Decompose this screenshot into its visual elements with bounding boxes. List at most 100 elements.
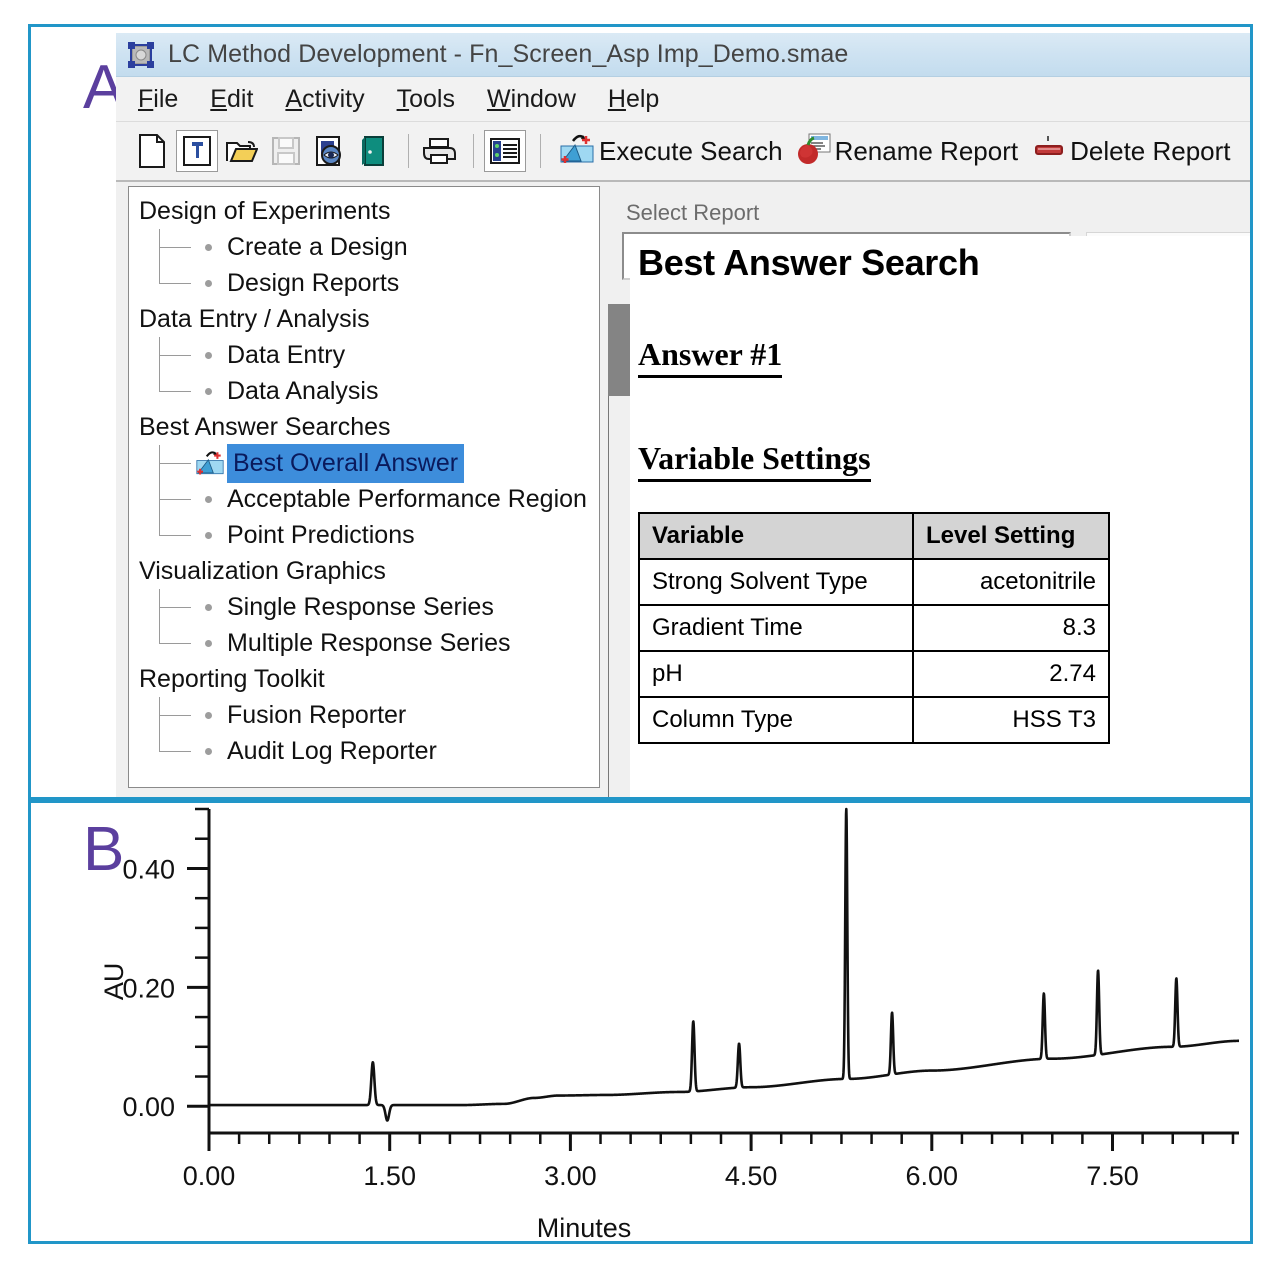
cell-level-setting: HSS T3 [912,696,1110,744]
tree-item-label: Design Reports [227,269,400,297]
print-preview-icon[interactable] [310,131,350,171]
tree-item-design-reports[interactable]: Design Reports [137,265,599,301]
tree-group-best-answer-searches[interactable]: Best Answer Searches [137,409,599,445]
cell-variable: Column Type [638,696,914,744]
menu-window[interactable]: Window [487,85,576,114]
x-axis-label: Minutes [537,1213,632,1241]
rename-report-label: Rename Report [834,135,1019,166]
tree-elbow [159,229,205,265]
tree-elbow [159,517,205,553]
tree-item-multiple-response-series[interactable]: Multiple Response Series [137,625,599,661]
answer-heading: Answer #1 [638,336,783,378]
x-tick-label: 3.00 [544,1161,597,1191]
toolbar-separator-2 [473,134,474,168]
new-method-icon[interactable] [176,130,218,172]
report-document: Best Answer Search Answer #1 Variable Se… [630,236,1250,797]
table-row: pH 2.74 [638,650,1110,698]
tree-item-label: Point Predictions [227,521,415,549]
tree-item-label: Audit Log Reporter [227,737,437,765]
report-list-icon[interactable] [484,130,526,172]
toolbar-separator-3 [540,134,541,168]
tree-item-label: Create a Design [227,233,408,261]
bullet-icon [205,352,212,359]
menu-activity[interactable]: Activity [285,85,364,114]
table-row: Gradient Time 8.3 [638,604,1110,652]
cell-variable: Strong Solvent Type [638,558,914,606]
open-folder-icon[interactable] [222,131,262,171]
exit-door-icon[interactable] [354,131,394,171]
work-area: Design of Experiments Create a Design De… [116,182,1250,797]
tree-item-label: Fusion Reporter [227,701,407,729]
tree-group-visualization-graphics[interactable]: Visualization Graphics [137,553,599,589]
cell-level-setting: 2.74 [912,650,1110,698]
tree-item-label: Multiple Response Series [227,629,511,657]
tree-item-single-response-series[interactable]: Single Response Series [137,589,599,625]
bullet-icon [205,532,212,539]
tree-item-label: Data Entry [227,341,346,369]
y-tick-label: 0.00 [122,1092,175,1122]
tree-group-data-entry-analysis[interactable]: Data Entry / Analysis [137,301,599,337]
delete-report-button[interactable]: Delete Report [1032,134,1236,169]
execute-search-icon [559,132,595,171]
menu-edit[interactable]: Edit [210,85,253,114]
tree-item-fusion-reporter[interactable]: Fusion Reporter [137,697,599,733]
tree-item-data-entry[interactable]: Data Entry [137,337,599,373]
tree-item-audit-log-reporter[interactable]: Audit Log Reporter [137,733,599,769]
variable-settings-heading: Variable Settings [638,440,871,482]
x-tick-label: 4.50 [725,1161,778,1191]
application-window: LC Method Development - Fn_Screen_Asp Im… [116,33,1250,797]
y-tick-label: 0.20 [122,973,175,1003]
navigation-tree-panel[interactable]: Design of Experiments Create a Design De… [128,186,600,788]
tree-group-design-of-experiments[interactable]: Design of Experiments [137,193,599,229]
menu-help[interactable]: Help [608,85,659,114]
column-header-level-setting: Level Setting [912,512,1110,560]
report-scrollbar-thumb[interactable] [608,304,630,396]
x-tick-label: 6.00 [906,1161,959,1191]
delete-report-icon [1032,134,1066,169]
tree-item-data-analysis[interactable]: Data Analysis [137,373,599,409]
execute-search-button[interactable]: Execute Search [559,132,789,171]
save-disk-icon[interactable] [266,131,306,171]
panel-a: A LC Method Development - Fn_Screen_Asp [28,24,1253,800]
bullet-icon [205,748,212,755]
figure-root: A LC Method Development - Fn_Screen_Asp [0,0,1280,1268]
tree-elbow [159,373,205,409]
tree-elbow [159,481,205,517]
menu-bar: File Edit Activity Tools Window Help [116,77,1250,122]
window-title-bar: LC Method Development - Fn_Screen_Asp Im… [116,33,1250,77]
tree-elbow [159,733,205,769]
tree-item-best-overall-answer[interactable]: Best Overall Answer [137,443,599,483]
tree-group-reporting-toolkit[interactable]: Reporting Toolkit [137,661,599,697]
window-title: LC Method Development - Fn_Screen_Asp Im… [168,40,849,68]
x-tick-label: 0.00 [183,1161,236,1191]
tree-elbow [159,697,205,733]
bullet-icon [205,712,212,719]
toolbar-separator [408,134,409,168]
panel-b: B 0.00 1.50 3.00 4.50 6.00 7.50 0.00 0.20 0.40 Mi… [28,800,1253,1244]
chromatogram-trace [207,807,1241,1122]
best-answer-icon [195,449,225,477]
print-icon[interactable] [419,131,459,171]
cell-variable: Gradient Time [638,604,914,652]
tree-item-label: Single Response Series [227,593,494,621]
tree-item-create-a-design[interactable]: Create a Design [137,229,599,265]
report-area: Select Report Best Answer Search Answer … [608,186,1250,797]
tree-item-label: Data Analysis [227,377,379,405]
rename-report-button[interactable]: Rename Report [797,133,1025,170]
new-document-icon[interactable] [132,131,172,171]
toolbar: Execute Search Rename Report Delete Repo… [116,122,1250,182]
column-header-variable: Variable [638,512,914,560]
tree-item-acceptable-performance-region[interactable]: Acceptable Performance Region [137,481,599,517]
tree-item-point-predictions[interactable]: Point Predictions [137,517,599,553]
tree-item-label: Best Overall Answer [227,443,465,483]
menu-file[interactable]: File [138,85,178,114]
variable-settings-table: Variable Level Setting Strong Solvent Ty… [638,512,1110,744]
bullet-icon [205,640,212,647]
table-row: Column Type HSS T3 [638,696,1110,744]
rename-report-icon [797,133,831,170]
y-axis-label: AU [99,963,129,1001]
bullet-icon [205,604,212,611]
menu-tools[interactable]: Tools [397,85,455,114]
tree-elbow [159,337,205,373]
tree-elbow [159,625,205,661]
